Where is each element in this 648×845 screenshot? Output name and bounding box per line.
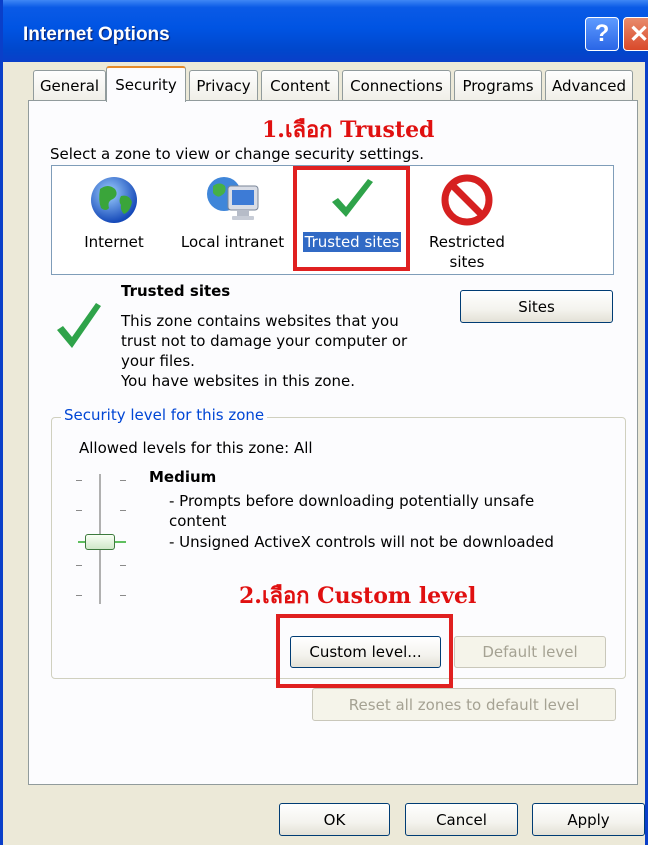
zone-description-line2: trust not to damage your computer or [121,332,408,350]
tab-label: General [39,76,100,95]
button-label: Reset all zones to default level [348,695,580,714]
zone-local-intranet[interactable]: Local intranet [175,174,290,252]
step1-annotation: 1.เลือก Trusted [262,117,435,143]
level-description-1: - Prompts before downloading potentially… [169,492,535,510]
highlight-custom-level [276,614,453,688]
slider-thumb[interactable] [85,534,115,550]
zone-label: Restricted [429,233,505,251]
tab-label: Connections [350,76,443,95]
zone-prompt: Select a zone to view or change security… [50,145,425,163]
apply-button[interactable]: Apply [532,803,645,836]
cancel-button[interactable]: Cancel [405,803,518,836]
title-bar[interactable]: Internet Options ? ✕ [3,0,648,62]
security-level-slider[interactable] [73,470,133,608]
checkmark-icon [57,303,101,348]
tab-strip: General Security Privacy Content Connect… [28,66,638,102]
tab-general[interactable]: General [33,70,106,100]
step2-annotation: 2.เลือก Custom level [239,583,477,609]
group-title: Security level for this zone [61,406,268,424]
button-label: OK [323,810,346,829]
tab-advanced[interactable]: Advanced [545,70,633,100]
default-level-button[interactable]: Default level [454,636,606,668]
tab-label: Content [270,76,330,95]
no-entry-icon [441,174,493,226]
tab-label: Advanced [551,76,627,95]
zone-description-line1: This zone contains websites that you [121,312,399,330]
tab-programs[interactable]: Programs [454,70,542,100]
tab-label: Privacy [196,76,251,95]
close-button[interactable]: ✕ [623,17,648,51]
highlight-trusted-sites [293,166,410,271]
button-label: Cancel [436,810,487,829]
zone-label: Local intranet [180,233,285,251]
close-icon: ✕ [628,20,648,48]
level-name: Medium [149,468,217,486]
internet-options-window: Internet Options ? ✕ General Security Pr… [0,0,648,845]
help-icon: ? [594,20,610,47]
help-button[interactable]: ? [585,17,619,51]
tab-label: Security [115,76,177,94]
computer-network-icon [206,177,258,220]
button-label: Apply [567,810,610,829]
tab-privacy[interactable]: Privacy [189,70,258,100]
allowed-levels-label: Allowed levels for this zone: All [79,439,313,457]
button-label: Default level [482,643,578,661]
zone-label-line2: sites [449,253,485,271]
zone-description-line4: You have websites in this zone. [121,372,356,390]
zone-title: Trusted sites [121,282,231,300]
globe-icon [91,177,137,223]
zone-description-line3: your files. [121,352,195,370]
window-title: Internet Options [23,24,170,45]
zone-label: Internet [84,233,144,251]
zone-internet[interactable]: Internet [74,174,154,252]
sites-button[interactable]: Sites [460,290,613,323]
level-description-2: - Unsigned ActiveX controls will not be … [169,533,554,551]
ok-button[interactable]: OK [279,803,390,836]
tab-content[interactable]: Content [261,70,339,100]
reset-all-zones-button[interactable]: Reset all zones to default level [312,688,616,721]
tab-security[interactable]: Security [106,66,186,102]
zone-restricted-sites[interactable]: Restricted sites [417,174,517,272]
level-description-1-cont: content [169,512,227,530]
tab-label: Programs [462,76,534,95]
button-label: Sites [518,297,555,316]
tab-connections[interactable]: Connections [342,70,451,100]
